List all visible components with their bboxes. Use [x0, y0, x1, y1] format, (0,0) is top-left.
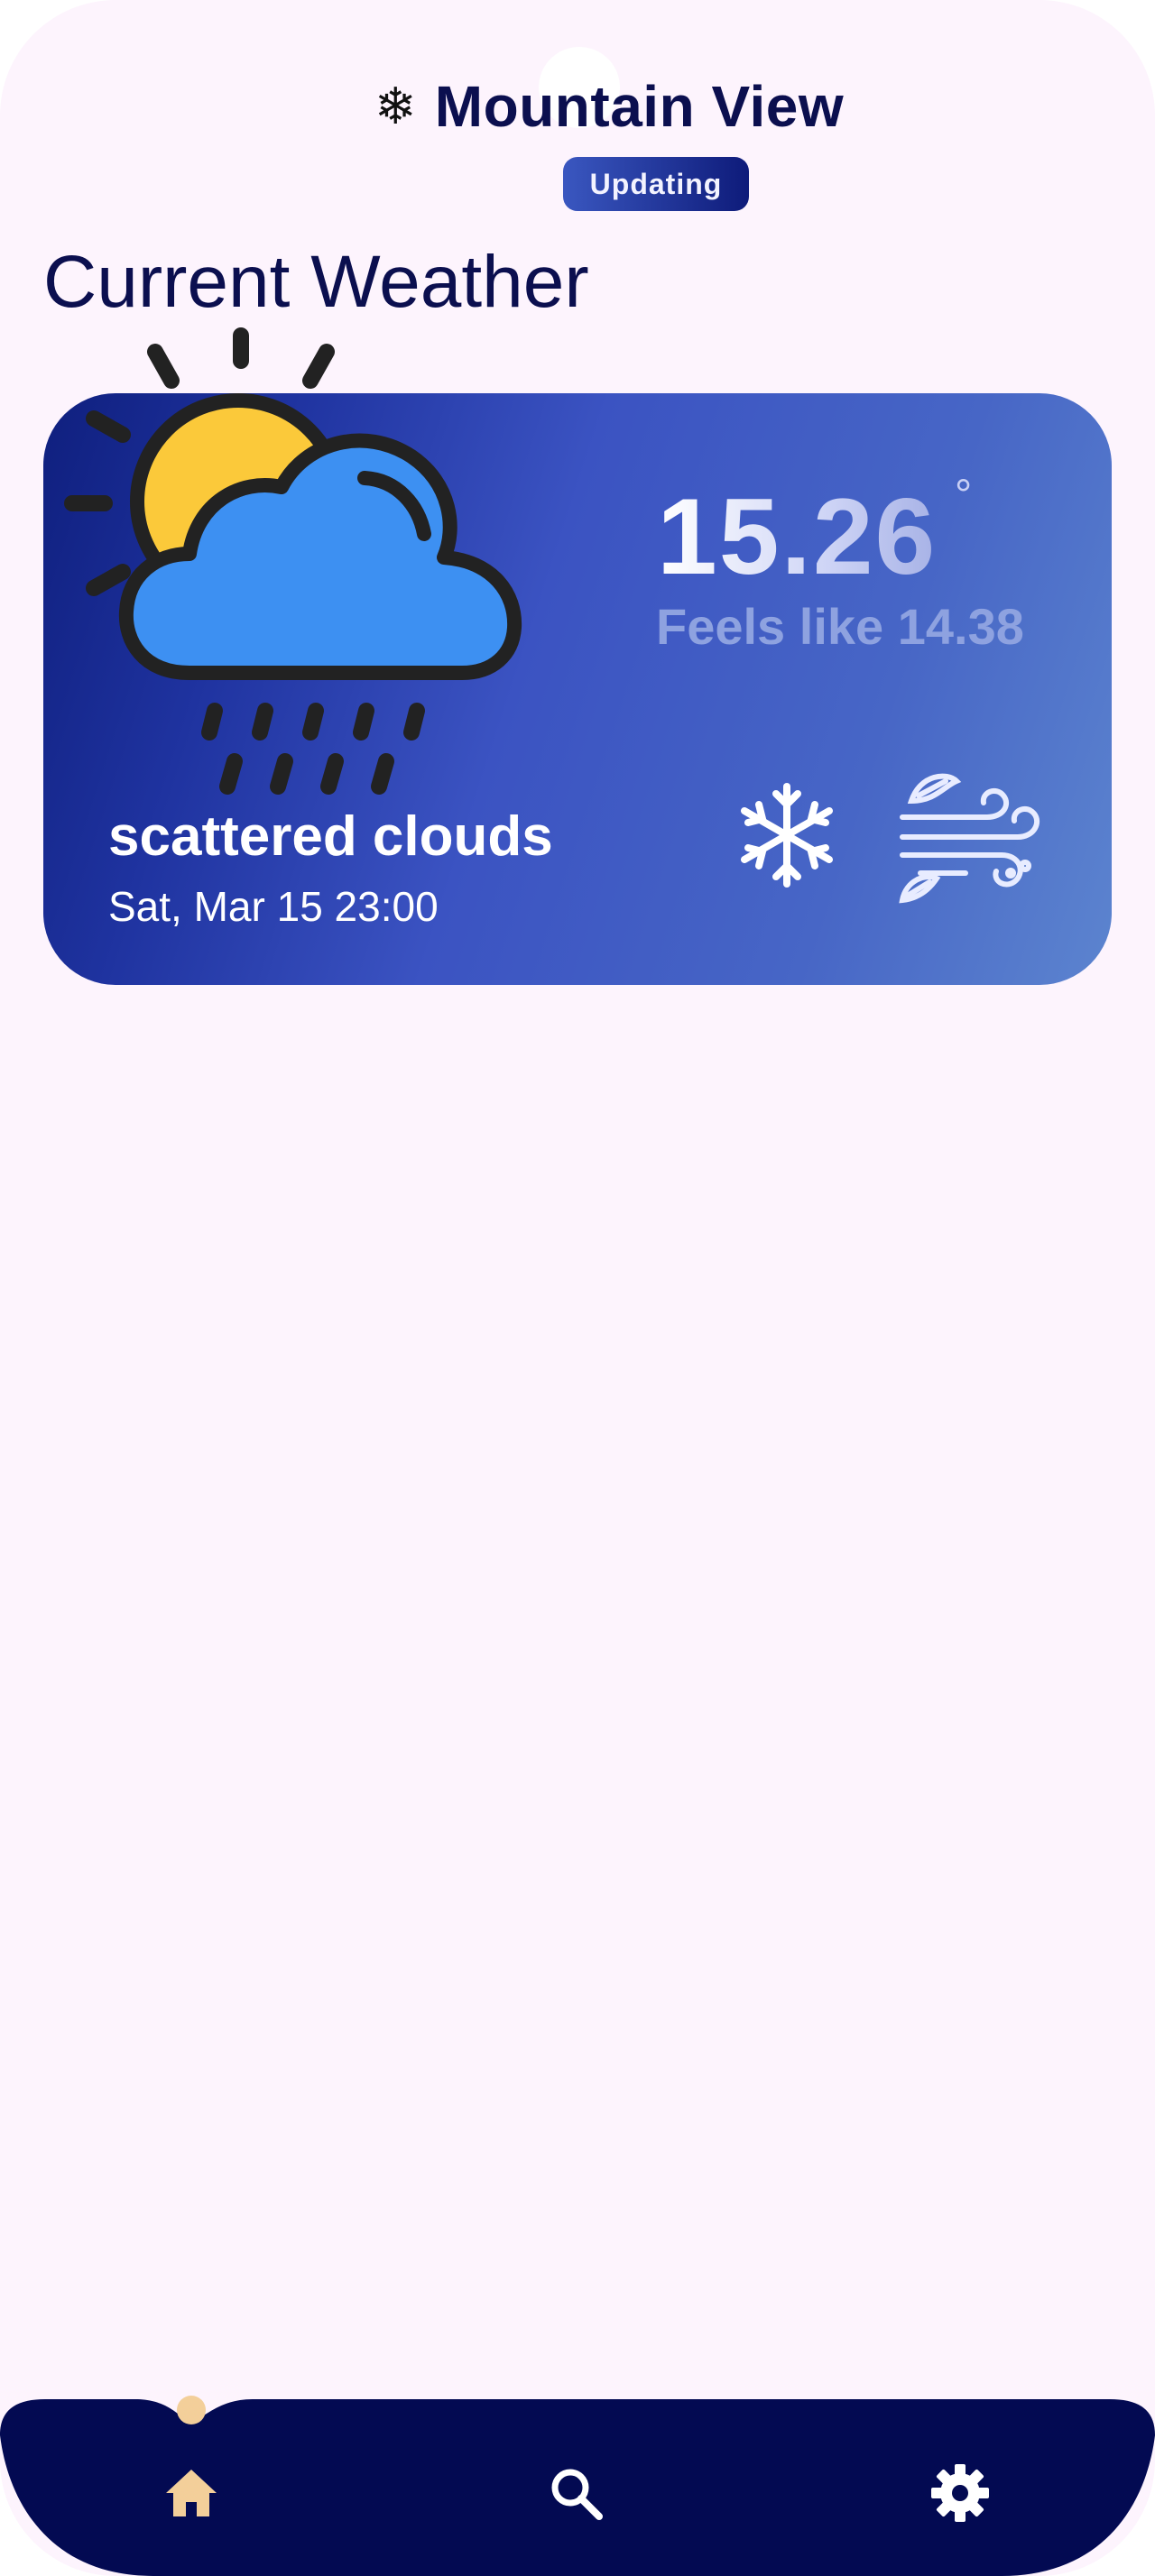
active-indicator-dot: [177, 2396, 206, 2424]
temperature-value: 15.26: [657, 476, 938, 597]
degree-symbol: °: [955, 472, 973, 520]
nav-search-button[interactable]: [540, 2457, 612, 2529]
home-icon: [166, 2470, 217, 2516]
city-name[interactable]: Mountain View: [435, 73, 844, 140]
location-header: ❄ Mountain View: [0, 70, 1155, 143]
page-title: Current Weather: [43, 241, 589, 323]
search-icon: [551, 2469, 603, 2520]
status-badge: Updating: [563, 157, 749, 211]
snowflake-icon: [741, 783, 833, 888]
nav-settings-button[interactable]: [924, 2457, 996, 2529]
feels-like-text: Feels like 14.38: [656, 598, 1024, 655]
weather-rain-sun-icon: [64, 327, 522, 795]
gear-icon: [931, 2464, 989, 2522]
observation-datetime: Sat, Mar 15 23:00: [108, 883, 439, 930]
app-screen: ❄ Mountain View Updating Current Weather: [0, 0, 1155, 2576]
snowflake-icon: ❄: [374, 78, 417, 134]
wind-icon: [899, 773, 1040, 904]
weather-condition: scattered clouds: [108, 805, 553, 868]
nav-home-button[interactable]: [155, 2457, 227, 2529]
